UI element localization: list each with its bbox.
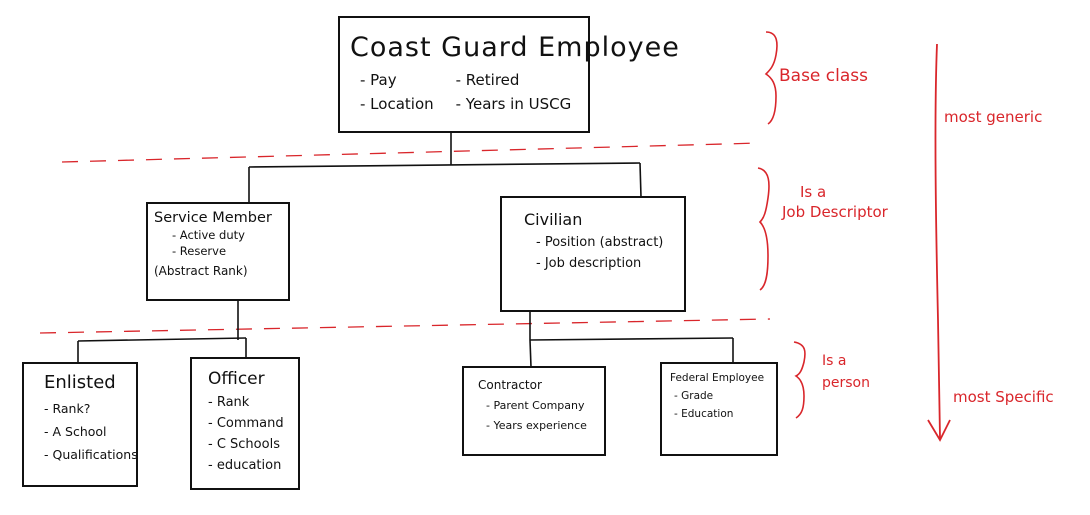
class-box-service-member: Service Member - Active duty - Reserve (… — [146, 202, 290, 301]
brace-person — [793, 341, 806, 419]
class-box-enlisted: Enlisted - Rank? - A School - Qualificat… — [22, 362, 138, 487]
attribute-item: - A School — [44, 424, 107, 439]
attribute-item: - Retired — [455, 71, 520, 89]
attribute-item: - Command — [208, 416, 284, 431]
attribute-note: (Abstract Rank) — [154, 264, 248, 278]
annotation-line: person — [822, 375, 870, 391]
attribute-item: - Location — [360, 95, 434, 113]
annotation-most-specific: most Specific — [953, 388, 1054, 406]
attribute-item: - C Schools — [208, 437, 280, 452]
annotation-line: Job Descriptor — [782, 203, 888, 221]
attribute-columns: - Pay - Location - Retired - Years in US… — [350, 71, 588, 119]
annotation-base-class: Base class — [779, 66, 869, 86]
class-title: Coast Guard Employee — [350, 32, 680, 63]
class-title: Officer — [208, 369, 265, 389]
connector-root-children — [248, 133, 642, 203]
annotation-job-descriptor: Is a Job Descriptor — [782, 182, 888, 222]
attribute-item: - Job description — [536, 256, 642, 271]
class-title: Enlisted — [44, 372, 116, 393]
annotation-line: Is a — [822, 353, 847, 369]
class-box-officer: Officer - Rank - Command - C Schools - e… — [190, 357, 300, 490]
brace-job-descriptor — [757, 167, 770, 291]
attribute-item: - education — [208, 458, 282, 473]
attribute-item: - Parent Company — [486, 399, 585, 412]
specificity-arrow-line — [934, 43, 941, 439]
annotation-most-generic: most generic — [944, 108, 1043, 126]
class-title: Civilian — [524, 210, 583, 229]
attribute-item: - Pay — [360, 71, 397, 89]
attribute-item: - Position (abstract) — [536, 235, 664, 250]
attribute-column-left: - Pay - Location — [360, 71, 434, 119]
attribute-item: - Years in USCG — [455, 95, 572, 113]
class-box-civilian: Civilian - Position (abstract) - Job des… — [500, 196, 686, 312]
attribute-column-right: - Retired - Years in USCG — [456, 71, 572, 119]
attribute-item: - Rank — [208, 395, 250, 410]
attribute-item: - Rank? — [44, 401, 91, 416]
level-separator-bottom — [39, 318, 771, 334]
attribute-item: - Years experience — [486, 419, 587, 432]
attribute-item: - Active duty — [172, 228, 245, 242]
level-separator-top — [61, 142, 761, 163]
attribute-item: - Reserve — [172, 244, 227, 258]
class-title: Contractor — [478, 378, 542, 392]
attribute-item: - Qualifications — [44, 447, 138, 462]
class-box-federal-employee: Federal Employee - Grade - Education — [660, 362, 778, 456]
annotation-person: Is a person — [822, 350, 870, 394]
attribute-item: - Education — [674, 408, 734, 420]
class-title: Service Member — [154, 210, 272, 226]
class-title: Federal Employee — [670, 372, 765, 384]
attribute-item: - Grade — [674, 390, 714, 402]
class-box-coast-guard-employee: Coast Guard Employee - Pay - Location - … — [338, 16, 680, 133]
brace-base-class — [764, 31, 778, 125]
class-box-contractor: Contractor - Parent Company - Years expe… — [462, 366, 606, 456]
annotation-line: Is a — [800, 183, 827, 201]
connector-civilian-children — [529, 312, 734, 368]
